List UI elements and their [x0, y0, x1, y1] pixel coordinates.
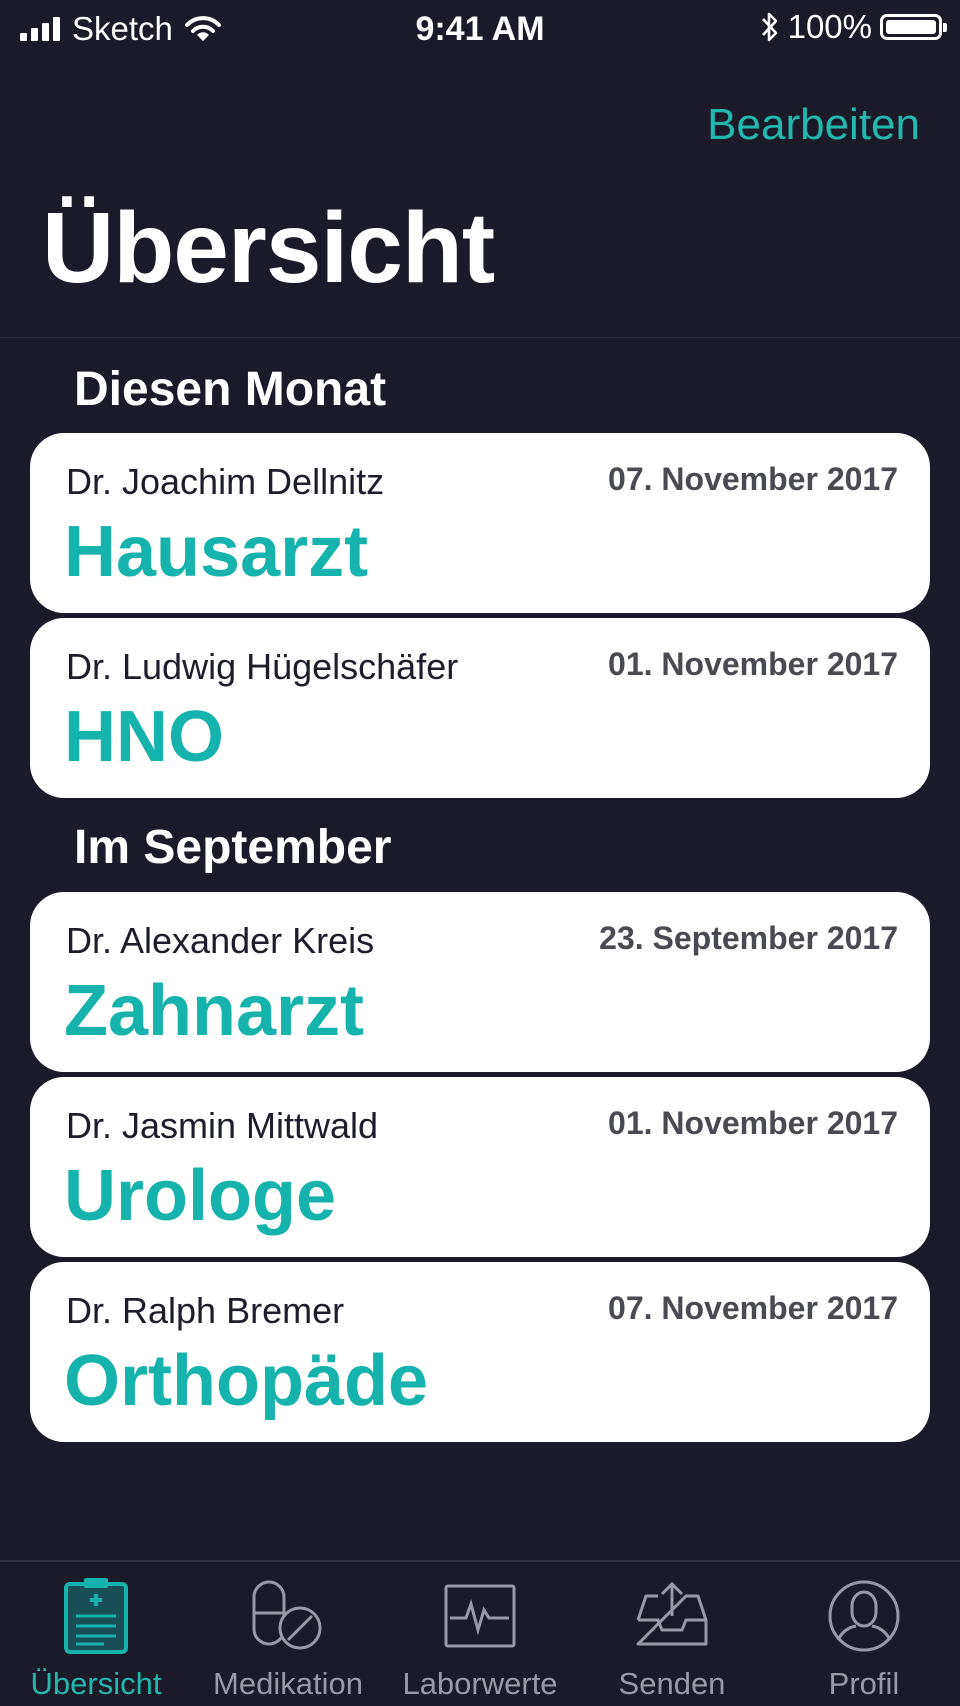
appointment-date: 01. November 2017 [608, 646, 898, 682]
tab-profile[interactable]: Profil [768, 1562, 960, 1706]
edit-button[interactable]: Bearbeiten [707, 100, 920, 150]
heartbeat-icon [444, 1584, 516, 1648]
pills-icon [252, 1580, 322, 1650]
appointment-card[interactable]: Dr. Alexander Kreis 23. September 2017 Z… [30, 892, 930, 1072]
section-heading-this-month: Diesen Monat [74, 363, 387, 416]
specialty: Orthopäde [64, 1341, 429, 1421]
appointment-card[interactable]: Dr. Joachim Dellnitz 07. November 2017 H… [30, 433, 930, 613]
specialty: Urologe [64, 1156, 337, 1236]
tab-label: Medikation [213, 1666, 363, 1701]
appointment-date: 01. November 2017 [608, 1105, 898, 1141]
tab-bar: Übersicht Medikation Laborwerte Senden P… [0, 1560, 960, 1706]
specialty: HNO [64, 697, 224, 777]
profile-icon [828, 1580, 900, 1652]
tab-label: Übersicht [30, 1666, 162, 1701]
battery-icon [880, 14, 947, 40]
tab-lab-values[interactable]: Laborwerte [384, 1562, 576, 1706]
battery-percent: 100% [787, 8, 872, 45]
appointment-date: 23. September 2017 [599, 920, 898, 956]
doctor-name: Dr. Ralph Bremer [66, 1290, 345, 1331]
specialty: Zahnarzt [64, 971, 365, 1051]
appointment-card[interactable]: Dr. Ralph Bremer 07. November 2017 Ortho… [30, 1262, 930, 1442]
tab-medication[interactable]: Medikation [192, 1562, 384, 1706]
tab-send[interactable]: Senden [576, 1562, 768, 1706]
doctor-name: Dr. Alexander Kreis [66, 920, 375, 961]
doctor-name: Dr. Jasmin Mittwald [66, 1105, 379, 1146]
doctor-name: Dr. Ludwig Hügelschäfer [66, 646, 459, 687]
status-right: 100% [760, 8, 947, 46]
bluetooth-icon [761, 12, 777, 42]
inbox-upload-icon [636, 1581, 708, 1646]
section-heading-september: Im September [74, 821, 392, 874]
appointment-date: 07. November 2017 [608, 1290, 898, 1326]
clipboard-icon [64, 1578, 128, 1654]
tab-label: Senden [618, 1666, 726, 1701]
appointment-card[interactable]: Dr. Ludwig Hügelschäfer 01. November 201… [30, 618, 930, 798]
specialty: Hausarzt [64, 512, 369, 592]
page-title: Übersicht [42, 192, 495, 304]
appointment-card[interactable]: Dr. Jasmin Mittwald 01. November 2017 Ur… [30, 1077, 930, 1257]
status-bar: Sketch 9:41 AM 100% [0, 0, 960, 62]
tab-label: Laborwerte [402, 1666, 558, 1701]
tab-overview[interactable]: Übersicht [0, 1562, 192, 1706]
doctor-name: Dr. Joachim Dellnitz [66, 461, 385, 502]
appointment-date: 07. November 2017 [608, 461, 898, 497]
tab-label: Profil [828, 1666, 900, 1701]
title-divider [0, 337, 960, 338]
